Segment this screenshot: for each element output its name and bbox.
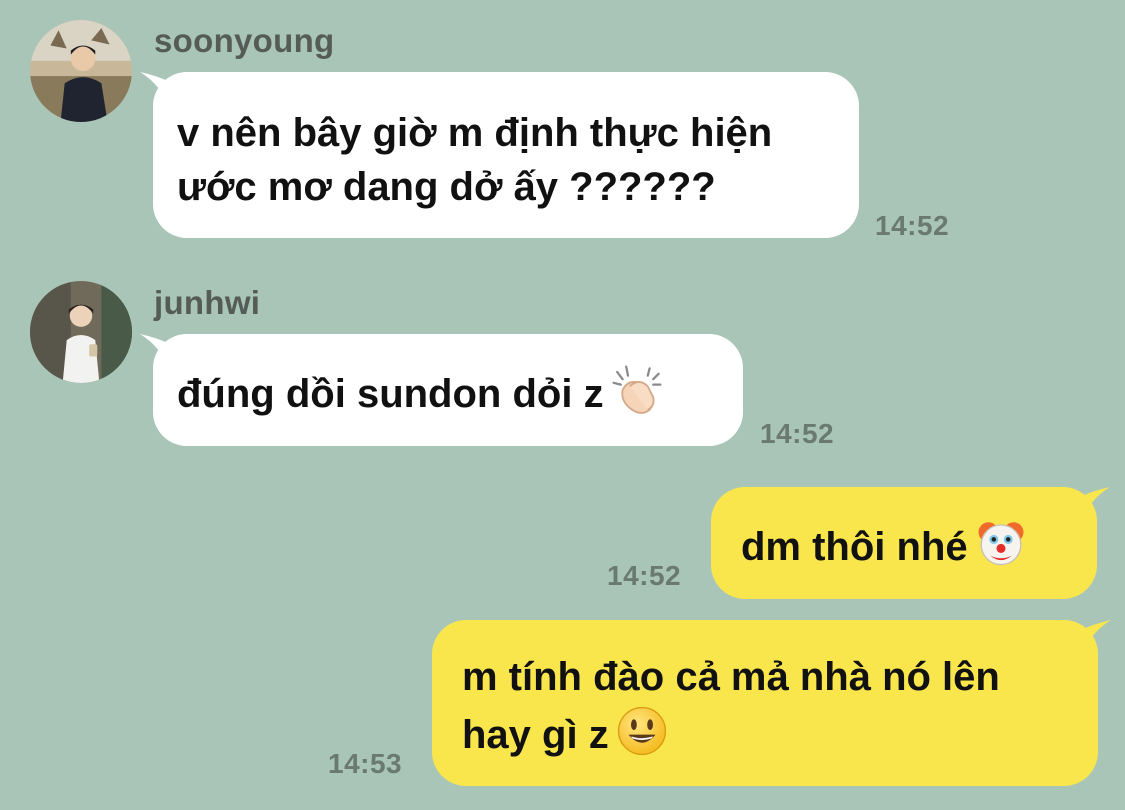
message-timestamp: 14:53 bbox=[328, 748, 403, 779]
bubble-tail bbox=[1081, 620, 1111, 656]
message-bubble[interactable]: v nên bây giờ m định thực hiện ước mơ da… bbox=[140, 72, 859, 238]
message-timestamp: 14:52 bbox=[607, 560, 682, 591]
sender-name: junhwi bbox=[154, 284, 261, 321]
message-timestamp: 14:52 bbox=[760, 418, 835, 449]
smiling-face-emoji bbox=[615, 704, 669, 758]
sender-name: soonyoung bbox=[154, 22, 335, 59]
avatar-soonyoung[interactable] bbox=[30, 20, 132, 122]
message-bubble[interactable]: m tính đào cả mả nhà nó lên hay gì z bbox=[432, 620, 1111, 786]
message-text: hay gì z bbox=[462, 704, 1068, 762]
clown-face-emoji bbox=[974, 516, 1028, 570]
message-text: ước mơ dang dở ấy ?????? bbox=[177, 165, 716, 209]
message-text: m tính đào cả mả nhà nó lên bbox=[462, 655, 1000, 699]
bubble-tail bbox=[140, 334, 170, 370]
bubble-tail bbox=[140, 72, 170, 108]
message-text: đúng dồi sundon dỏi z bbox=[177, 363, 719, 421]
message-text: dm thôi nhé bbox=[741, 516, 1067, 574]
bubble-tail bbox=[1080, 487, 1110, 523]
message-bubble[interactable]: dm thôi nhé bbox=[711, 487, 1110, 599]
message-text: v nên bây giờ m định thực hiện bbox=[177, 111, 773, 155]
message-timestamp: 14:52 bbox=[875, 210, 950, 241]
avatar-junhwi[interactable] bbox=[30, 281, 132, 383]
message-bubble[interactable]: đúng dồi sundon dỏi z bbox=[140, 334, 743, 446]
clapping-hands-emoji bbox=[610, 363, 664, 417]
